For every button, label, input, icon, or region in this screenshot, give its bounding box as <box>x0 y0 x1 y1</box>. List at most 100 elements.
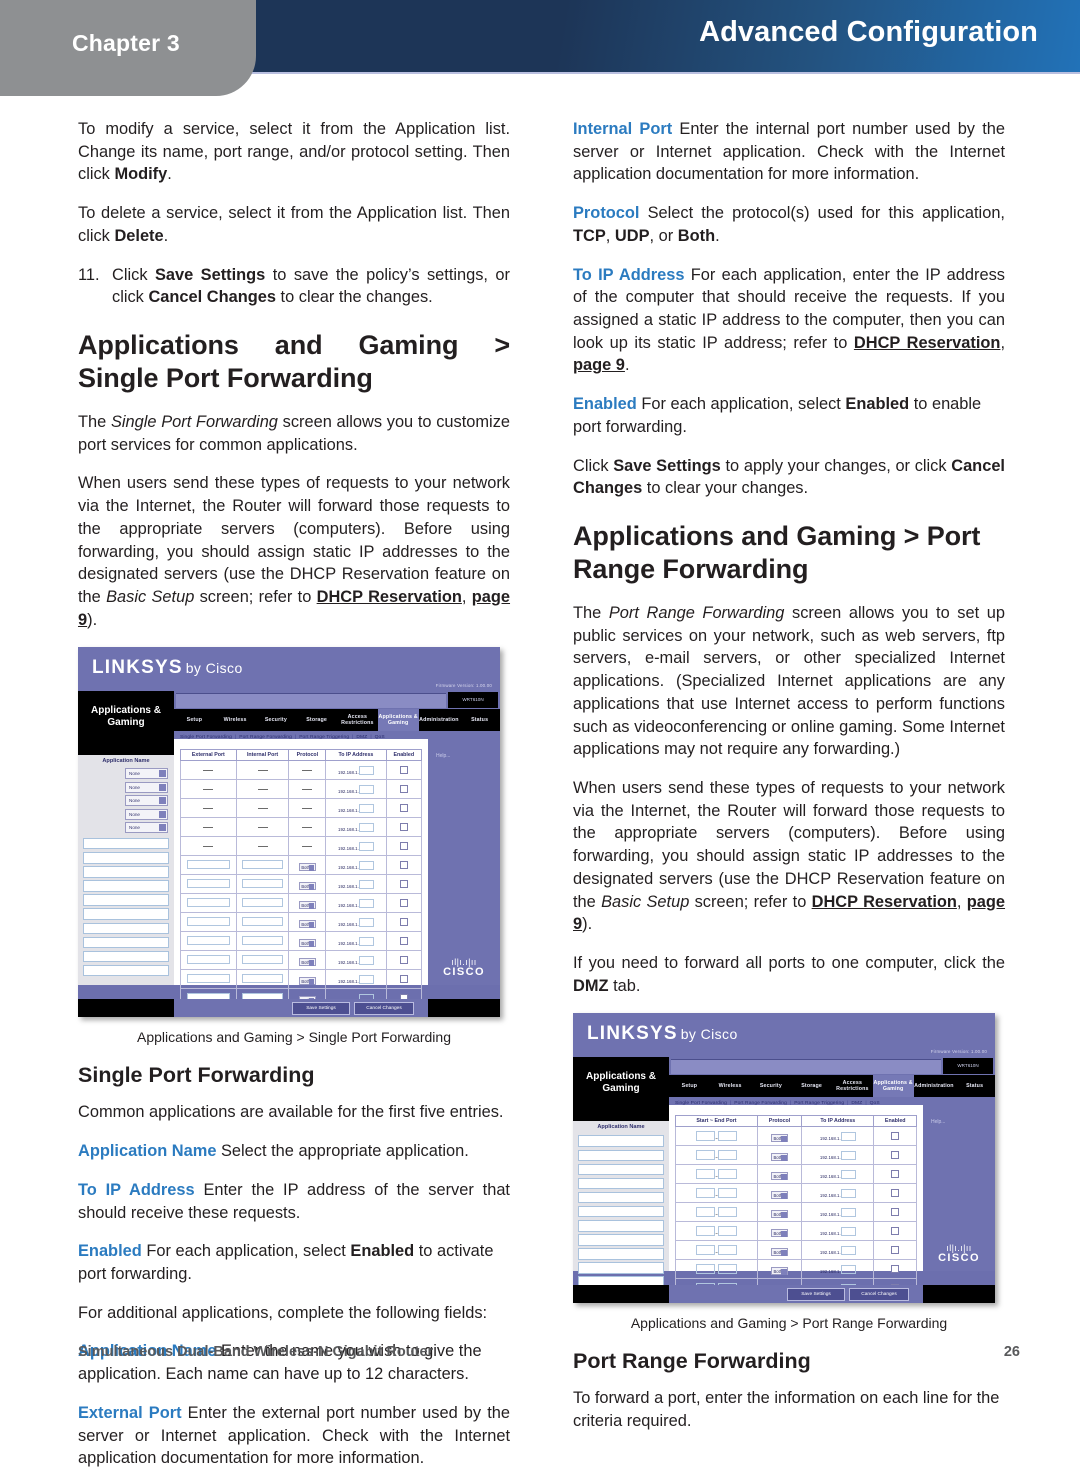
enabled-checkbox[interactable] <box>399 937 408 946</box>
enabled-checkbox[interactable] <box>399 804 408 813</box>
protocol-select[interactable]: Both <box>771 1172 789 1180</box>
to-ip-address-input[interactable] <box>840 1169 856 1179</box>
enabled-checkbox[interactable] <box>399 956 408 965</box>
nav-tab-administration[interactable]: Administration <box>914 1083 955 1090</box>
end-port-input[interactable] <box>717 1245 737 1255</box>
enabled-checkbox[interactable] <box>399 766 408 775</box>
protocol-select[interactable]: Both <box>298 882 316 890</box>
internal-port-input[interactable] <box>242 916 283 927</box>
protocol-select[interactable]: Both <box>771 1134 789 1142</box>
enabled-checkbox[interactable] <box>891 1151 900 1160</box>
to-ip-address-input[interactable] <box>358 841 374 851</box>
nav-tab-security[interactable]: Security <box>751 1083 792 1090</box>
external-port-input[interactable] <box>187 878 230 889</box>
application-name-input[interactable] <box>578 1248 664 1260</box>
enabled-checkbox[interactable] <box>891 1227 900 1236</box>
enabled-checkbox[interactable] <box>891 1265 900 1274</box>
external-port-input[interactable] <box>187 897 230 908</box>
to-ip-address-input[interactable] <box>358 955 374 965</box>
start-port-input[interactable] <box>696 1245 716 1255</box>
to-ip-address-input[interactable] <box>358 860 374 870</box>
nav-tab-access-restrictions[interactable]: Access Restrictions <box>337 714 378 727</box>
start-port-input[interactable] <box>696 1264 716 1274</box>
to-ip-address-input[interactable] <box>840 1131 856 1141</box>
application-name-input[interactable] <box>578 1262 664 1274</box>
protocol-select[interactable]: Both <box>298 863 316 871</box>
protocol-select[interactable]: Both <box>298 920 316 928</box>
nav-tab-setup[interactable]: Setup <box>669 1083 710 1090</box>
protocol-select[interactable]: Both <box>298 977 316 985</box>
internal-port-input[interactable] <box>242 859 283 870</box>
external-port-input[interactable] <box>187 859 230 870</box>
protocol-select[interactable]: Both <box>771 1153 789 1161</box>
end-port-input[interactable] <box>717 1226 737 1236</box>
application-name-input[interactable] <box>578 1163 664 1176</box>
application-name-input[interactable] <box>83 950 169 963</box>
end-port-input[interactable] <box>717 1207 737 1217</box>
nav-tab-setup[interactable]: Setup <box>174 717 215 724</box>
external-port-input[interactable] <box>187 973 230 984</box>
xref-dhcp-reservation[interactable]: DHCP Reservation <box>812 893 957 911</box>
to-ip-address-input[interactable] <box>358 822 374 832</box>
application-name-input[interactable] <box>83 866 169 878</box>
application-name-input[interactable] <box>83 837 169 850</box>
application-name-input[interactable] <box>578 1191 664 1204</box>
end-port-input[interactable] <box>717 1131 737 1141</box>
cancel-changes-button[interactable]: Cancel Changes <box>354 1002 414 1016</box>
nav-tab-administration[interactable]: Administration <box>419 717 460 724</box>
nav-tab-storage[interactable]: Storage <box>296 717 337 724</box>
start-port-input[interactable] <box>696 1226 716 1236</box>
application-name-input[interactable] <box>83 894 169 906</box>
enabled-checkbox[interactable] <box>399 785 408 794</box>
to-ip-address-input[interactable] <box>358 917 374 927</box>
protocol-select[interactable]: Both <box>771 1229 789 1237</box>
enabled-checkbox[interactable] <box>891 1189 900 1198</box>
external-port-input[interactable] <box>187 954 230 965</box>
internal-port-input[interactable] <box>242 954 283 965</box>
start-port-input[interactable] <box>696 1169 716 1179</box>
internal-port-input[interactable] <box>242 897 283 908</box>
end-port-input[interactable] <box>717 1264 737 1274</box>
nav-tab-security[interactable]: Security <box>256 717 297 724</box>
router-nav-tabs[interactable]: Setup Wireless Security Storage Access R… <box>669 1075 995 1098</box>
enabled-checkbox[interactable] <box>399 861 408 870</box>
start-port-input[interactable] <box>696 1150 716 1160</box>
application-name-input[interactable] <box>578 1149 664 1162</box>
xref-dhcp-reservation[interactable]: DHCP Reservation <box>854 334 1001 352</box>
save-settings-button[interactable]: Save Settings <box>292 1002 350 1016</box>
nav-tab-status[interactable]: Status <box>459 717 500 724</box>
nav-tab-applications-gaming[interactable]: Applications & Gaming <box>377 709 419 732</box>
internal-port-input[interactable] <box>242 973 283 984</box>
to-ip-address-input[interactable] <box>840 1245 856 1255</box>
to-ip-address-input[interactable] <box>840 1264 856 1274</box>
protocol-select[interactable]: Both <box>771 1191 789 1199</box>
to-ip-address-input[interactable] <box>840 1150 856 1160</box>
cancel-changes-button[interactable]: Cancel Changes <box>849 1288 909 1302</box>
nav-tab-access-restrictions[interactable]: Access Restrictions <box>832 1080 873 1093</box>
to-ip-address-input[interactable] <box>358 974 374 984</box>
nav-tab-storage[interactable]: Storage <box>791 1083 832 1090</box>
application-preset-select[interactable]: None <box>125 781 168 793</box>
save-settings-button[interactable]: Save Settings <box>787 1288 845 1302</box>
end-port-input[interactable] <box>717 1169 737 1179</box>
help-link[interactable]: Help... <box>436 753 500 759</box>
router-nav-tabs[interactable]: Setup Wireless Security Storage Access R… <box>174 709 500 732</box>
enabled-checkbox[interactable] <box>891 1246 900 1255</box>
application-name-input[interactable] <box>578 1234 664 1246</box>
application-name-input[interactable] <box>83 922 169 934</box>
enabled-checkbox[interactable] <box>399 823 408 832</box>
to-ip-address-input[interactable] <box>840 1188 856 1198</box>
enabled-checkbox[interactable] <box>891 1170 900 1179</box>
xref-page-9[interactable]: page 9 <box>573 356 625 374</box>
application-preset-select[interactable]: None <box>125 821 168 833</box>
nav-tab-wireless[interactable]: Wireless <box>710 1083 751 1090</box>
enabled-checkbox[interactable] <box>399 899 408 908</box>
to-ip-address-input[interactable] <box>358 803 374 813</box>
to-ip-address-input[interactable] <box>840 1226 856 1236</box>
application-preset-select[interactable]: None <box>125 768 168 780</box>
application-name-input[interactable] <box>83 964 169 977</box>
help-link[interactable]: Help... <box>931 1119 995 1125</box>
protocol-select[interactable]: Both <box>771 1267 789 1275</box>
application-name-input[interactable] <box>578 1177 664 1190</box>
enabled-checkbox[interactable] <box>399 975 408 984</box>
